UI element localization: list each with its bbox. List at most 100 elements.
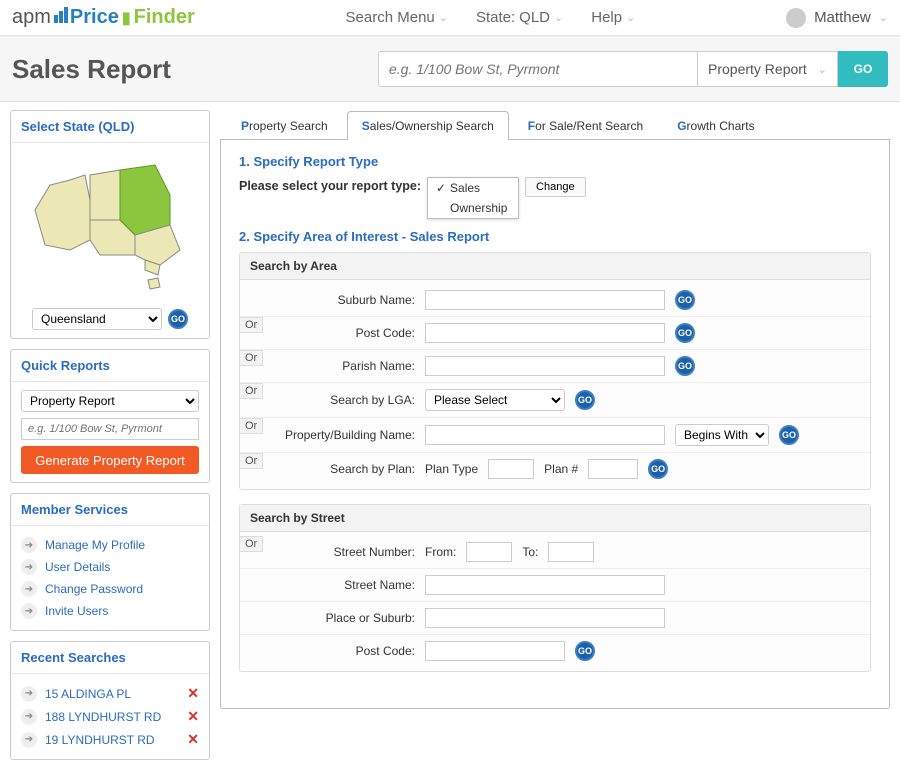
property-name-label: Property/Building Name: (250, 428, 415, 442)
chevron-down-icon: ⌄ (439, 11, 448, 24)
report-type-dropdown[interactable]: ✓Sales Ownership (427, 177, 519, 219)
to-label: To: (522, 545, 538, 559)
recent-searches-title: Recent Searches (11, 642, 209, 674)
generate-report-button[interactable]: Generate Property Report (21, 446, 199, 474)
ms-manage-profile[interactable]: ➔Manage My Profile (21, 534, 199, 556)
state-select[interactable]: Queensland (32, 308, 162, 330)
or-badge: Or (239, 536, 263, 552)
tab-sales-ownership[interactable]: Sales/Ownership Search (347, 111, 509, 140)
arrow-right-icon: ➔ (21, 559, 37, 575)
begins-with-select[interactable]: Begins With (675, 424, 769, 446)
tab-property-search[interactable]: Property Search (226, 111, 343, 140)
change-button[interactable]: Change (525, 177, 586, 197)
postcode-label: Post Code: (250, 326, 415, 340)
recent-search-item: ➔ 19 LYNDHURST RD ✕ (21, 728, 199, 751)
australia-map-icon[interactable] (30, 155, 190, 295)
suburb-label: Suburb Name: (250, 293, 415, 307)
chevron-down-icon: ⌄ (626, 11, 635, 24)
global-search-go-button[interactable]: GO (838, 51, 888, 87)
select-state-panel: Select State (QLD) Queensland GO (10, 110, 210, 339)
delete-icon[interactable]: ✕ (187, 731, 199, 748)
arrow-right-icon: ➔ (21, 603, 37, 619)
suburb-go-button[interactable]: GO (675, 290, 695, 310)
postcode-input[interactable] (425, 323, 665, 343)
state-go-button[interactable]: GO (168, 309, 188, 329)
street-from-input[interactable] (466, 542, 512, 562)
street-go-button[interactable]: GO (575, 641, 595, 661)
tab-content: 1. Specify Report Type Please select you… (220, 140, 890, 709)
recent-search-item: ➔ 15 ALDINGA PL ✕ (21, 682, 199, 705)
delete-icon[interactable]: ✕ (187, 708, 199, 725)
lga-go-button[interactable]: GO (575, 390, 595, 410)
ms-invite-users[interactable]: ➔Invite Users (21, 600, 199, 622)
logo[interactable]: apm Price ▮ Finder (12, 6, 195, 29)
postcode-go-button[interactable]: GO (675, 323, 695, 343)
property-name-go-button[interactable]: GO (779, 425, 799, 445)
arrow-right-icon: ➔ (21, 537, 37, 553)
nav-help[interactable]: Help ⌄ (591, 9, 635, 26)
street-postcode-input[interactable] (425, 641, 565, 661)
recent-search-link[interactable]: 19 LYNDHURST RD (45, 733, 179, 747)
nav-state[interactable]: State: QLD ⌄ (476, 9, 563, 26)
ms-user-details[interactable]: ➔User Details (21, 556, 199, 578)
quick-report-address-input[interactable] (21, 418, 199, 440)
nav-search-menu[interactable]: Search Menu ⌄ (346, 9, 448, 26)
street-to-input[interactable] (548, 542, 594, 562)
user-menu[interactable]: Matthew ⌄ (786, 8, 888, 28)
quick-reports-title: Quick Reports (11, 350, 209, 382)
member-services-title: Member Services (11, 494, 209, 526)
or-badge: Or (239, 453, 263, 469)
logo-price: Price (70, 6, 119, 29)
delete-icon[interactable]: ✕ (187, 685, 199, 702)
plan-no-label: Plan # (544, 462, 578, 476)
plan-type-label: Plan Type (425, 462, 478, 476)
recent-searches-panel: Recent Searches ➔ 15 ALDINGA PL ✕ ➔ 188 LYN… (10, 641, 210, 760)
section2-title: 2. Specify Area of Interest - Sales Repo… (239, 229, 871, 244)
street-number-label: Street Number: (250, 545, 415, 559)
global-search-type-select[interactable]: Property Report ⌄ (698, 51, 838, 87)
plan-go-button[interactable]: GO (648, 459, 668, 479)
arrow-right-icon: ➔ (21, 686, 37, 702)
global-search-type-label: Property Report (708, 61, 807, 77)
arrow-right-icon: ➔ (21, 732, 37, 748)
arrow-right-icon: ➔ (21, 709, 37, 725)
lga-label: Search by LGA: (250, 393, 415, 407)
search-by-area-group: Search by Area Suburb Name: GO Or Post C… (239, 252, 871, 490)
or-badge: Or (239, 418, 263, 434)
or-badge: Or (239, 317, 263, 333)
search-by-street-head: Search by Street (240, 505, 870, 532)
plan-no-input[interactable] (588, 459, 638, 479)
quick-report-type-select[interactable]: Property Report (21, 390, 199, 412)
place-suburb-input[interactable] (425, 608, 665, 628)
recent-search-link[interactable]: 188 LYNDHURST RD (45, 710, 179, 724)
global-search: Property Report ⌄ GO (378, 51, 888, 87)
report-type-label: Please select your report type: (239, 177, 421, 193)
user-name: Matthew (814, 9, 871, 26)
property-name-input[interactable] (425, 425, 665, 445)
street-name-input[interactable] (425, 575, 665, 595)
top-bar: apm Price ▮ Finder Search Menu ⌄ State: … (0, 0, 900, 36)
dropdown-option-ownership[interactable]: Ownership (428, 198, 518, 218)
nav-help-label: Help (591, 9, 622, 26)
global-search-input[interactable] (378, 51, 698, 87)
member-services-panel: Member Services ➔Manage My Profile ➔User… (10, 493, 210, 631)
parish-input[interactable] (425, 356, 665, 376)
plan-type-input[interactable] (488, 459, 534, 479)
tab-for-sale-rent[interactable]: For Sale/Rent Search (513, 111, 658, 140)
suburb-input[interactable] (425, 290, 665, 310)
recent-search-link[interactable]: 15 ALDINGA PL (45, 687, 179, 701)
section1-title: 1. Specify Report Type (239, 154, 871, 169)
dropdown-option-sales[interactable]: ✓Sales (428, 178, 518, 198)
from-label: From: (425, 545, 456, 559)
sidebar: Select State (QLD) Queensland GO (10, 110, 210, 760)
ms-change-password[interactable]: ➔Change Password (21, 578, 199, 600)
arrow-right-icon: ➔ (21, 581, 37, 597)
parish-go-button[interactable]: GO (675, 356, 695, 376)
tab-growth-charts[interactable]: Growth Charts (662, 111, 769, 140)
recent-search-item: ➔ 188 LYNDHURST RD ✕ (21, 705, 199, 728)
logo-bars-icon (53, 6, 68, 29)
street-name-label: Street Name: (250, 578, 415, 592)
nav-search-menu-label: Search Menu (346, 9, 435, 26)
nav-state-value: QLD (519, 9, 550, 26)
lga-select[interactable]: Please Select (425, 389, 565, 411)
